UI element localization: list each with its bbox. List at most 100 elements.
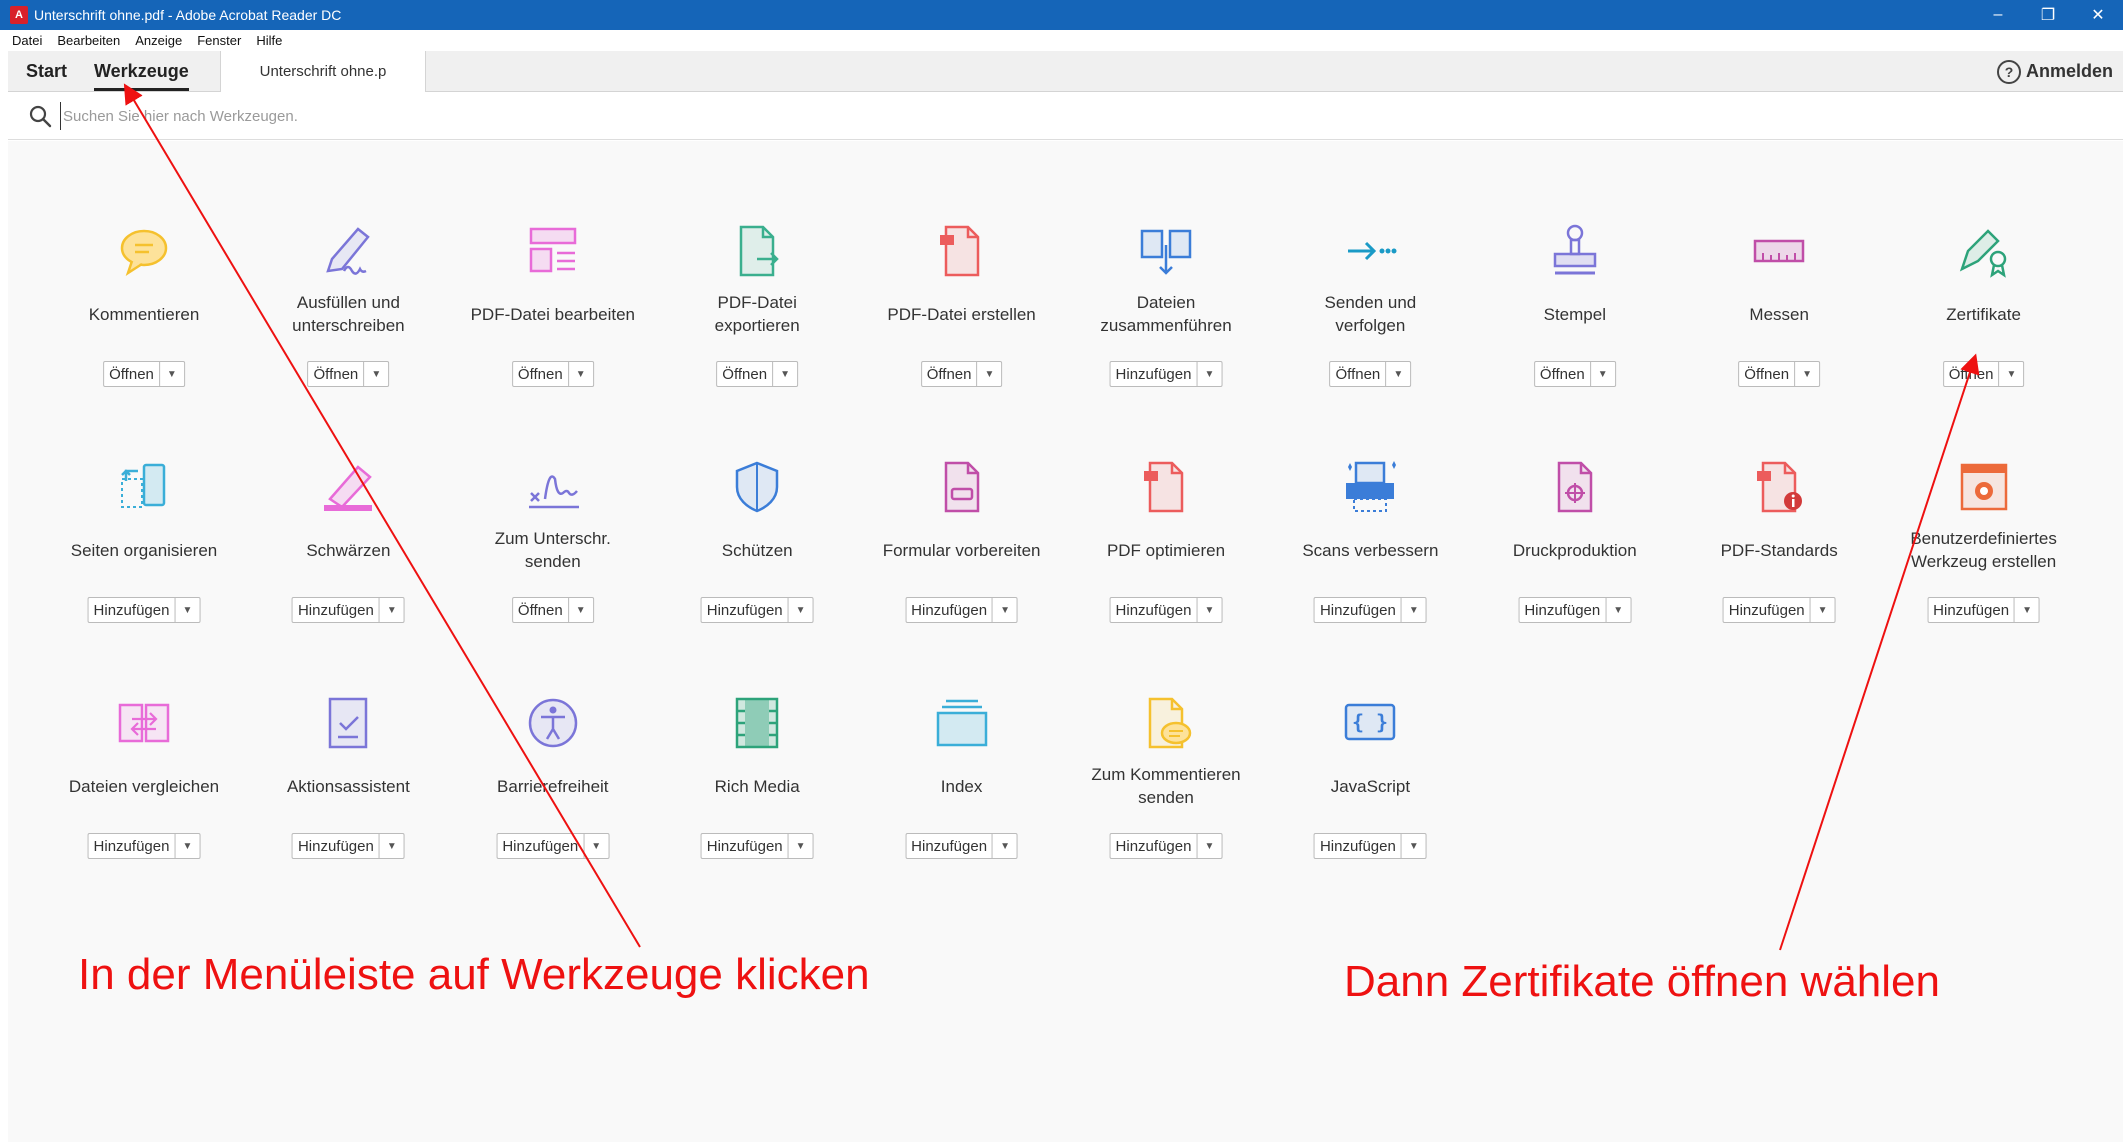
tool-action-button[interactable]: Hinzufügen ▼	[905, 597, 1019, 623]
tool-pdf-standards[interactable]: PDF-Standards Hinzufügen ▼	[1679, 457, 1879, 657]
tool-accessibility[interactable]: Barrierefreiheit Hinzufügen ▼	[453, 693, 653, 893]
chevron-down-icon[interactable]: ▼	[993, 834, 1017, 858]
tool-action-label[interactable]: Öffnen	[513, 362, 569, 386]
maximize-button[interactable]: ❐	[2023, 0, 2073, 30]
enhance-scans-icon[interactable]	[1340, 457, 1400, 517]
tool-action-label[interactable]: Öffnen	[309, 362, 365, 386]
tool-action-button[interactable]: Öffnen ▼	[307, 361, 390, 387]
tool-stamp[interactable]: Stempel Öffnen ▼	[1475, 221, 1675, 421]
chevron-down-icon[interactable]: ▼	[364, 362, 388, 386]
edit-pdf-icon[interactable]	[523, 221, 583, 281]
tool-action-label[interactable]: Öffnen	[1944, 362, 2000, 386]
tool-custom-tool[interactable]: Benutzerdefiniertes Werkzeug erstellen Hi…	[1884, 457, 2084, 657]
tool-combine-files[interactable]: Dateien zusammenführen Hinzufügen ▼	[1066, 221, 1266, 421]
tool-action-label[interactable]: Hinzufügen	[1519, 598, 1607, 622]
chevron-down-icon[interactable]: ▼	[1591, 362, 1615, 386]
chevron-down-icon[interactable]: ▼	[160, 362, 184, 386]
index-icon[interactable]	[932, 693, 992, 753]
chevron-down-icon[interactable]: ▼	[175, 598, 199, 622]
send-comments-icon[interactable]	[1136, 693, 1196, 753]
chevron-down-icon[interactable]: ▼	[1606, 598, 1630, 622]
tool-enhance-scans[interactable]: Scans verbessern Hinzufügen ▼	[1270, 457, 1470, 657]
tool-action-button[interactable]: Öffnen ▼	[1329, 361, 1412, 387]
send-track-icon[interactable]	[1340, 221, 1400, 281]
javascript-icon[interactable]: { }	[1340, 693, 1400, 753]
tool-organize-pages[interactable]: Seiten organisieren Hinzufügen ▼	[44, 457, 244, 657]
tool-action-button[interactable]: Hinzufügen ▼	[700, 597, 814, 623]
tool-index[interactable]: Index Hinzufügen ▼	[862, 693, 1062, 893]
rich-media-icon[interactable]	[727, 693, 787, 753]
tool-action-button[interactable]: Hinzufügen ▼	[1313, 833, 1427, 859]
chevron-down-icon[interactable]: ▼	[380, 598, 404, 622]
tool-action-label[interactable]: Hinzufügen	[1111, 598, 1198, 622]
tool-action-label[interactable]: Hinzufügen	[702, 834, 789, 858]
tab-document[interactable]: Unterschrift ohne.p	[220, 51, 426, 92]
tool-action-button[interactable]: Hinzufügen ▼	[291, 833, 405, 859]
tool-action-button[interactable]: Hinzufügen ▼	[700, 833, 814, 859]
print-production-icon[interactable]	[1545, 457, 1605, 517]
chevron-down-icon[interactable]: ▼	[993, 598, 1017, 622]
tool-action-label[interactable]: Hinzufügen	[293, 598, 380, 622]
tool-action-label[interactable]: Öffnen	[922, 362, 978, 386]
tool-action-label[interactable]: Hinzufügen	[1111, 362, 1198, 386]
tool-action-button[interactable]: Hinzufügen ▼	[1927, 597, 2041, 623]
tool-create-pdf[interactable]: PDF-Datei erstellen Öffnen ▼	[862, 221, 1062, 421]
tool-action-button[interactable]: Öffnen ▼	[1942, 361, 2025, 387]
tool-redact[interactable]: Schwärzen Hinzufügen ▼	[248, 457, 448, 657]
chevron-down-icon[interactable]: ▼	[380, 834, 404, 858]
measure-icon[interactable]	[1749, 221, 1809, 281]
custom-tool-icon[interactable]	[1954, 457, 2014, 517]
signin-button[interactable]: Anmelden	[2026, 51, 2113, 91]
minimize-button[interactable]: –	[1973, 0, 2023, 30]
help-icon[interactable]: ?	[1997, 60, 2021, 84]
tool-optimize-pdf[interactable]: PDF optimieren Hinzufügen ▼	[1066, 457, 1266, 657]
tool-action-button[interactable]: Öffnen ▼	[511, 361, 594, 387]
chevron-down-icon[interactable]: ▼	[1402, 834, 1426, 858]
stamp-icon[interactable]	[1545, 221, 1605, 281]
tool-action-label[interactable]: Öffnen	[1739, 362, 1796, 386]
tool-action-button[interactable]: Öffnen ▼	[103, 361, 185, 387]
menu-fenster[interactable]: Fenster	[197, 33, 241, 48]
tool-comment[interactable]: Kommentieren Öffnen ▼	[44, 221, 244, 421]
tool-action-button[interactable]: Öffnen ▼	[716, 361, 799, 387]
tool-send-track[interactable]: Senden und verfolgen Öffnen ▼	[1270, 221, 1470, 421]
tool-action-button[interactable]: Öffnen ▼	[511, 597, 594, 623]
tool-action-label[interactable]: Hinzufügen	[1928, 598, 2016, 622]
tool-action-label[interactable]: Öffnen	[1535, 362, 1591, 386]
menu-hilfe[interactable]: Hilfe	[256, 33, 282, 48]
send-signature-icon[interactable]	[523, 457, 583, 517]
chevron-down-icon[interactable]: ▼	[1811, 598, 1835, 622]
tool-action-label[interactable]: Hinzufügen	[906, 834, 994, 858]
accessibility-icon[interactable]	[523, 693, 583, 753]
protect-icon[interactable]	[727, 457, 787, 517]
tool-action-label[interactable]: Öffnen	[104, 362, 160, 386]
tool-action-button[interactable]: Hinzufügen ▼	[87, 597, 201, 623]
chevron-down-icon[interactable]: ▼	[773, 362, 797, 386]
tool-rich-media[interactable]: Rich Media Hinzufügen ▼	[657, 693, 857, 893]
tool-action-label[interactable]: Öffnen	[1331, 362, 1387, 386]
tool-action-label[interactable]: Hinzufügen	[1724, 598, 1811, 622]
pdf-standards-icon[interactable]	[1749, 457, 1809, 517]
tool-action-button[interactable]: Öffnen ▼	[1533, 361, 1616, 387]
tab-start[interactable]: Start	[26, 51, 67, 91]
tool-protect[interactable]: Schützen Hinzufügen ▼	[657, 457, 857, 657]
tool-action-button[interactable]: Hinzufügen ▼	[1313, 597, 1427, 623]
action-wizard-icon[interactable]	[318, 693, 378, 753]
chevron-down-icon[interactable]: ▼	[1197, 834, 1221, 858]
tab-werkzeuge[interactable]: Werkzeuge	[94, 51, 189, 91]
create-pdf-icon[interactable]	[932, 221, 992, 281]
tool-edit-pdf[interactable]: PDF-Datei bearbeiten Öffnen ▼	[453, 221, 653, 421]
tool-action-label[interactable]: Hinzufügen	[1315, 598, 1402, 622]
menu-bearbeiten[interactable]: Bearbeiten	[57, 33, 120, 48]
export-pdf-icon[interactable]	[727, 221, 787, 281]
tool-action-button[interactable]: Hinzufügen ▼	[1518, 597, 1632, 623]
tool-action-button[interactable]: Hinzufügen ▼	[905, 833, 1019, 859]
certificate-icon[interactable]	[1954, 221, 2014, 281]
tool-export-pdf[interactable]: PDF-Datei exportieren Öffnen ▼	[657, 221, 857, 421]
tool-action-wizard[interactable]: Aktionsassistent Hinzufügen ▼	[248, 693, 448, 893]
chevron-down-icon[interactable]: ▼	[789, 834, 813, 858]
search-input[interactable]	[60, 102, 660, 130]
tool-print-production[interactable]: Druckproduktion Hinzufügen ▼	[1475, 457, 1675, 657]
tool-action-label[interactable]: Hinzufügen	[702, 598, 789, 622]
tool-action-label[interactable]: Hinzufügen	[89, 834, 176, 858]
